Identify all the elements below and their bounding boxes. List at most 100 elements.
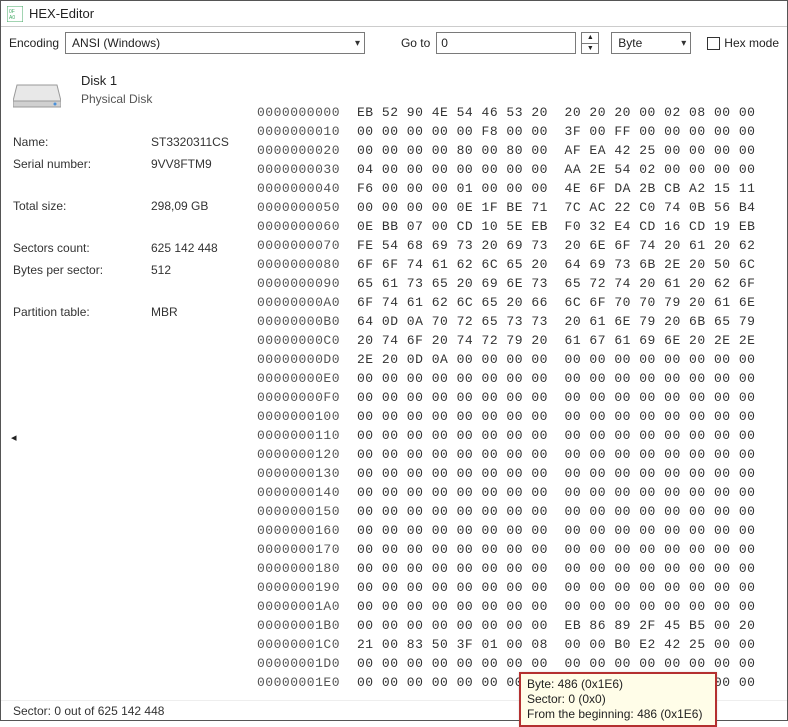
hex-address: 00000000D0 [257,350,357,369]
spinner-up-icon[interactable]: ▲ [582,33,598,44]
hex-address: 00000001B0 [257,616,357,635]
hex-bytes[interactable]: 21 00 83 50 3F 01 00 08 00 00 B0 E2 42 2… [357,635,755,654]
hex-bytes[interactable]: F6 00 00 00 01 00 00 00 4E 6F DA 2B CB A… [357,179,755,198]
hex-bytes[interactable]: 00 00 00 00 00 00 00 00 00 00 00 00 00 0… [357,540,755,559]
hex-bytes[interactable]: 64 0D 0A 70 72 65 73 73 20 61 6E 79 20 6… [357,312,755,331]
info-value: 625 142 448 [151,241,218,255]
hex-bytes[interactable]: 00 00 00 00 00 00 00 00 00 00 00 00 00 0… [357,426,755,445]
hex-row[interactable]: 000000011000 00 00 00 00 00 00 00 00 00 … [257,426,783,445]
hex-row[interactable]: 000000009065 61 73 65 20 69 6E 73 65 72 … [257,274,783,293]
collapse-caret-icon[interactable]: ◂ [11,431,17,444]
hex-address: 0000000130 [257,464,357,483]
hex-bytes[interactable]: 00 00 00 00 00 00 00 00 00 00 00 00 00 0… [357,445,755,464]
hex-row[interactable]: 00000000A06F 74 61 62 6C 65 20 66 6C 6F … [257,293,783,312]
info-key: Total size: [13,199,151,213]
hex-row[interactable]: 00000001C021 00 83 50 3F 01 00 08 00 00 … [257,635,783,654]
hex-row[interactable]: 000000012000 00 00 00 00 00 00 00 00 00 … [257,445,783,464]
hex-row[interactable]: 00000000D02E 20 0D 0A 00 00 00 00 00 00 … [257,350,783,369]
info-row: Total size:298,09 GB [13,199,241,213]
hex-row[interactable]: 00000001A000 00 00 00 00 00 00 00 00 00 … [257,597,783,616]
titlebar: 0F A0 HEX-Editor [1,1,787,27]
hex-row[interactable]: 000000015000 00 00 00 00 00 00 00 00 00 … [257,502,783,521]
info-key: Name: [13,135,151,149]
hex-row[interactable]: 00000000B064 0D 0A 70 72 65 73 73 20 61 … [257,312,783,331]
hex-address: 0000000180 [257,559,357,578]
info-row: Sectors count:625 142 448 [13,241,241,255]
hex-row[interactable]: 00000000F000 00 00 00 00 00 00 00 00 00 … [257,388,783,407]
goto-spinner[interactable]: ▲ ▼ [581,32,599,54]
hex-row[interactable]: 000000001000 00 00 00 00 F8 00 00 3F 00 … [257,122,783,141]
hex-bytes[interactable]: 00 00 00 00 80 00 80 00 AF EA 42 25 00 0… [357,141,755,160]
hex-row[interactable]: 0000000000EB 52 90 4E 54 46 53 20 20 20 … [257,103,783,122]
hex-bytes[interactable]: 00 00 00 00 00 00 00 00 00 00 00 00 00 0… [357,502,755,521]
app-icon: 0F A0 [7,6,23,22]
hex-bytes[interactable]: 00 00 00 00 00 00 00 00 00 00 00 00 00 0… [357,407,755,426]
hex-bytes[interactable]: 00 00 00 00 00 00 00 00 00 00 00 00 00 0… [357,483,755,502]
hex-row[interactable]: 0000000070FE 54 68 69 73 20 69 73 20 6E … [257,236,783,255]
spinner-down-icon[interactable]: ▼ [582,44,598,54]
hex-row[interactable]: 000000018000 00 00 00 00 00 00 00 00 00 … [257,559,783,578]
hex-row[interactable]: 000000002000 00 00 00 80 00 80 00 AF EA … [257,141,783,160]
hex-row[interactable]: 000000017000 00 00 00 00 00 00 00 00 00 … [257,540,783,559]
hex-bytes[interactable]: 6F 74 61 62 6C 65 20 66 6C 6F 70 70 79 2… [357,293,755,312]
hex-row[interactable]: 00000001D000 00 00 00 00 00 00 00 00 00 … [257,654,783,673]
hex-bytes[interactable]: 00 00 00 00 00 00 00 00 00 00 00 00 00 0… [357,521,755,540]
hex-bytes[interactable]: 00 00 00 00 00 00 00 00 00 00 00 00 00 0… [357,369,755,388]
hex-address: 00000000C0 [257,331,357,350]
hexmode-checkbox[interactable] [707,37,720,50]
hex-bytes[interactable]: 00 00 00 00 00 00 00 00 00 00 00 00 00 0… [357,559,755,578]
hex-row[interactable]: 00000000C020 74 6F 20 74 72 79 20 61 67 … [257,331,783,350]
hex-bytes[interactable]: 00 00 00 00 00 00 00 00 00 00 00 00 00 0… [357,388,755,407]
encoding-select[interactable]: ANSI (Windows) ▾ [65,32,365,54]
hex-row[interactable]: 00000000806F 6F 74 61 62 6C 65 20 64 69 … [257,255,783,274]
hexmode-label: Hex mode [724,36,779,50]
goto-input[interactable]: 0 [436,32,576,54]
chevron-down-icon: ▾ [355,38,360,49]
info-key: Bytes per sector: [13,263,151,277]
hex-bytes[interactable]: 00 00 00 00 00 00 00 00 00 00 00 00 00 0… [357,578,755,597]
hex-bytes[interactable]: 65 61 73 65 20 69 6E 73 65 72 74 20 61 2… [357,274,755,293]
hex-bytes[interactable]: 00 00 00 00 00 00 00 00 EB 86 89 2F 45 B… [357,616,755,635]
hex-bytes[interactable]: 04 00 00 00 00 00 00 00 AA 2E 54 02 00 0… [357,160,755,179]
hex-bytes[interactable]: 20 74 6F 20 74 72 79 20 61 67 61 69 6E 2… [357,331,755,350]
hex-row[interactable]: 000000016000 00 00 00 00 00 00 00 00 00 … [257,521,783,540]
hex-address: 00000000E0 [257,369,357,388]
info-key: Sectors count: [13,241,151,255]
info-row: Serial number:9VV8FTM9 [13,157,241,171]
hex-bytes[interactable]: 00 00 00 00 00 00 00 00 00 00 00 00 00 0… [357,464,755,483]
hex-row[interactable]: 000000003004 00 00 00 00 00 00 00 AA 2E … [257,160,783,179]
hex-address: 00000001E0 [257,673,357,692]
disk-name: Disk 1 [81,73,152,88]
hex-row[interactable]: 000000010000 00 00 00 00 00 00 00 00 00 … [257,407,783,426]
hex-row[interactable]: 0000000040F6 00 00 00 01 00 00 00 4E 6F … [257,179,783,198]
info-value: ST3320311CS [151,135,229,149]
left-panel: Disk 1 Physical Disk Name:ST3320311CSSer… [1,59,253,700]
hex-view[interactable]: 0000000000EB 52 90 4E 54 46 53 20 20 20 … [253,59,787,700]
hex-row[interactable]: 00000000E000 00 00 00 00 00 00 00 00 00 … [257,369,783,388]
hex-bytes[interactable]: 2E 20 0D 0A 00 00 00 00 00 00 00 00 00 0… [357,350,755,369]
hex-bytes[interactable]: 6F 6F 74 61 62 6C 65 20 64 69 73 6B 2E 2… [357,255,755,274]
hex-address: 0000000190 [257,578,357,597]
hex-bytes[interactable]: 00 00 00 00 00 00 00 00 00 00 00 00 00 0… [357,654,755,673]
unit-select[interactable]: Byte ▾ [611,32,691,54]
hex-bytes[interactable]: 00 00 00 00 00 00 00 00 00 00 00 00 00 0… [357,597,755,616]
hex-bytes[interactable]: 0E BB 07 00 CD 10 5E EB F0 32 E4 CD 16 C… [357,217,755,236]
hex-bytes[interactable]: 00 00 00 00 00 F8 00 00 3F 00 FF 00 00 0… [357,122,755,141]
svg-text:A0: A0 [9,15,15,21]
hex-address: 0000000140 [257,483,357,502]
hex-row[interactable]: 00000001B000 00 00 00 00 00 00 00 EB 86 … [257,616,783,635]
tooltip-byte: Byte: 486 (0x1E6) [527,677,709,692]
hex-address: 0000000150 [257,502,357,521]
hex-address: 0000000100 [257,407,357,426]
hex-row[interactable]: 000000019000 00 00 00 00 00 00 00 00 00 … [257,578,783,597]
hex-address: 0000000010 [257,122,357,141]
hex-row[interactable]: 000000013000 00 00 00 00 00 00 00 00 00 … [257,464,783,483]
info-key: Partition table: [13,305,151,319]
hex-bytes[interactable]: 00 00 00 00 0E 1F BE 71 7C AC 22 C0 74 0… [357,198,755,217]
hex-address: 0000000020 [257,141,357,160]
hex-row[interactable]: 000000005000 00 00 00 0E 1F BE 71 7C AC … [257,198,783,217]
hex-bytes[interactable]: EB 52 90 4E 54 46 53 20 20 20 20 00 02 0… [357,103,755,122]
hex-row[interactable]: 000000014000 00 00 00 00 00 00 00 00 00 … [257,483,783,502]
hex-bytes[interactable]: FE 54 68 69 73 20 69 73 20 6E 6F 74 20 6… [357,236,755,255]
hex-row[interactable]: 00000000600E BB 07 00 CD 10 5E EB F0 32 … [257,217,783,236]
